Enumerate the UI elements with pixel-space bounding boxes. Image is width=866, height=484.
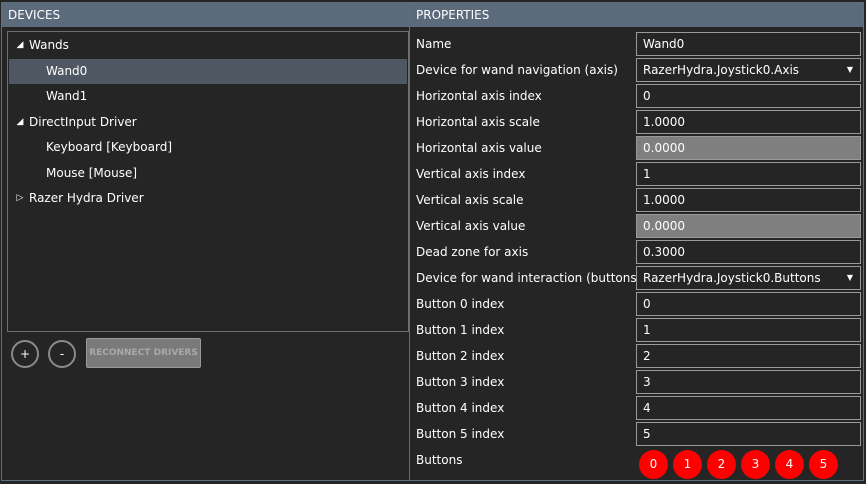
tree-item[interactable]: Mouse [Mouse] — [9, 161, 407, 186]
property-label: Button 5 index — [416, 427, 505, 441]
collapsed-arrow-icon[interactable]: ▷ — [15, 186, 25, 211]
property-row: Device for wand navigation (axis) RazerHy… — [410, 57, 863, 83]
tree-item-label: Wands — [29, 38, 69, 52]
property-input[interactable]: 1.0000 — [636, 188, 861, 212]
property-value-text: RazerHydra.Joystick0.Axis — [643, 63, 800, 77]
property-row: Dead zone for axis 0.3000 — [410, 239, 863, 265]
devices-panel: DEVICES ◢ Wands Wand0 Wand1 ◢ DirectInput Dri… — [1, 2, 410, 481]
property-value-text: 1.0000 — [643, 115, 685, 129]
tree-item-label: DirectInput Driver — [29, 114, 137, 129]
reconnect-drivers-button[interactable]: RECONNECT DRIVERS — [86, 338, 201, 368]
tree-item[interactable]: ▷ Razer Hydra Driver — [9, 186, 407, 211]
property-row: Name Wand0 — [410, 31, 863, 57]
remove-device-button[interactable]: - — [48, 340, 76, 368]
property-label: Button 1 index — [416, 323, 505, 337]
button-indicator: 5 — [809, 450, 838, 479]
property-row: Button 4 index 4 — [410, 395, 863, 421]
property-dropdown[interactable]: RazerHydra.Joystick0.Axis ▼ — [636, 58, 861, 82]
property-input[interactable]: 1 — [636, 318, 861, 342]
property-label: Button 0 index — [416, 297, 505, 311]
property-input[interactable]: 4 — [636, 396, 861, 420]
property-input[interactable]: 0 — [636, 292, 861, 316]
tree-item-label: Keyboard [Keyboard] — [46, 140, 172, 154]
property-row: Button 2 index 2 — [410, 343, 863, 369]
property-input[interactable]: 2 — [636, 344, 861, 368]
property-value-text: 3 — [643, 375, 651, 389]
property-value-text: 2 — [643, 349, 651, 363]
button-indicator: 3 — [741, 450, 770, 479]
property-row: Button 5 index 5 — [410, 421, 863, 447]
property-value-text: 1.0000 — [643, 193, 685, 207]
property-value-text: 1 — [643, 323, 651, 337]
add-device-button[interactable]: + — [11, 340, 39, 368]
property-row: Device for wand interaction (buttons) Raz… — [410, 265, 863, 291]
property-label: Button 3 index — [416, 375, 505, 389]
tree-item[interactable]: Wand1 — [9, 84, 407, 109]
buttons-label: Buttons — [416, 453, 463, 467]
devices-header: DEVICES — [2, 3, 409, 27]
tree-item-label: Wand0 — [46, 63, 88, 78]
tree-item[interactable]: Keyboard [Keyboard] — [9, 135, 407, 160]
property-label: Button 2 index — [416, 349, 505, 363]
property-row: Button 0 index 0 — [410, 291, 863, 317]
property-label: Dead zone for axis — [416, 245, 529, 259]
properties-header: PROPERTIES — [410, 3, 863, 27]
property-row: Button 3 index 3 — [410, 369, 863, 395]
property-input[interactable]: 1 — [636, 162, 861, 186]
property-row: Vertical axis scale 1.0000 — [410, 187, 863, 213]
property-value-text: 0.0000 — [643, 219, 685, 233]
property-label: Horizontal axis value — [416, 141, 542, 155]
property-row: Horizontal axis scale 1.0000 — [410, 109, 863, 135]
property-dropdown[interactable]: RazerHydra.Joystick0.Buttons ▼ — [636, 266, 861, 290]
button-indicator: 0 — [639, 450, 668, 479]
property-label: Horizontal axis scale — [416, 115, 540, 129]
property-value-text: 5 — [643, 427, 651, 441]
dropdown-arrow-icon[interactable]: ▼ — [847, 59, 853, 81]
property-input[interactable]: 5 — [636, 422, 861, 446]
property-label: Horizontal axis index — [416, 89, 542, 103]
property-readonly-value: 0.0000 — [636, 214, 861, 238]
property-input[interactable]: 3 — [636, 370, 861, 394]
property-row: Horizontal axis value 0.0000 — [410, 135, 863, 161]
property-label: Name — [416, 37, 452, 51]
property-label: Button 4 index — [416, 401, 505, 415]
property-input[interactable]: 1.0000 — [636, 110, 861, 134]
property-readonly-value: 0.0000 — [636, 136, 861, 160]
property-value-text: RazerHydra.Joystick0.Buttons — [643, 271, 821, 285]
expanded-arrow-icon[interactable]: ◢ — [15, 33, 25, 58]
tree-item[interactable]: Wand0 — [9, 58, 407, 84]
property-row: Vertical axis index 1 — [410, 161, 863, 187]
property-row: Vertical axis value 0.0000 — [410, 213, 863, 239]
device-tree[interactable]: ◢ Wands Wand0 Wand1 ◢ DirectInput Driver Keybo… — [7, 31, 409, 332]
property-label: Vertical axis scale — [416, 193, 524, 207]
dropdown-arrow-icon[interactable]: ▼ — [847, 267, 853, 289]
property-label: Vertical axis value — [416, 219, 526, 233]
property-value-text: 1 — [643, 167, 651, 181]
tree-item-label: Razer Hydra Driver — [29, 191, 144, 205]
tree-item-label: Mouse [Mouse] — [46, 165, 138, 180]
property-value-text: 0 — [643, 89, 651, 103]
property-value-text: Wand0 — [643, 37, 685, 51]
expanded-arrow-icon[interactable]: ◢ — [15, 110, 25, 135]
property-value-text: 0.0000 — [643, 141, 685, 155]
property-input[interactable]: Wand0 — [636, 32, 861, 56]
tree-item[interactable]: ◢ DirectInput Driver — [9, 110, 407, 135]
property-value-text: 0.3000 — [643, 245, 685, 259]
button-indicator: 1 — [673, 450, 702, 479]
tree-item-label: Wand1 — [46, 89, 88, 103]
property-label: Device for wand interaction (buttons) — [416, 271, 642, 285]
property-label: Vertical axis index — [416, 167, 526, 181]
property-row: Button 1 index 1 — [410, 317, 863, 343]
tree-item[interactable]: ◢ Wands — [9, 33, 407, 58]
property-label: Device for wand navigation (axis) — [416, 63, 618, 77]
property-value-text: 0 — [643, 297, 651, 311]
button-indicator: 4 — [775, 450, 804, 479]
property-input[interactable]: 0 — [636, 84, 861, 108]
property-input[interactable]: 0.3000 — [636, 240, 861, 264]
property-value-text: 4 — [643, 401, 651, 415]
properties-panel: PROPERTIES Name Wand0 Device for wand navi… — [409, 2, 864, 481]
buttons-row: Buttons 012345 — [410, 447, 863, 479]
property-row: Horizontal axis index 0 — [410, 83, 863, 109]
button-indicator: 2 — [707, 450, 736, 479]
